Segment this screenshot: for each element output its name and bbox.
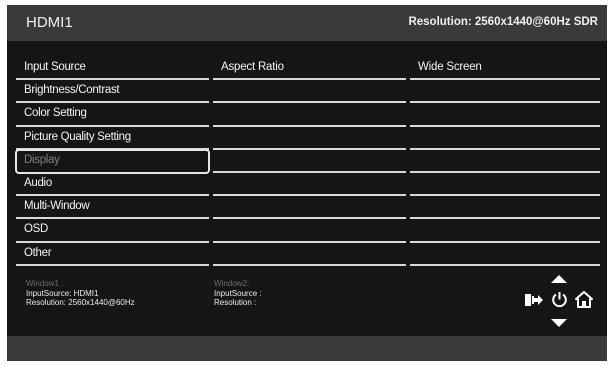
submenu-item-empty [213, 150, 406, 174]
submenu-item-label: Aspect Ratio [221, 61, 284, 73]
window2-input-source: InputSource : [214, 288, 262, 298]
input-title: HDMI1 [26, 14, 73, 31]
menu-item-label: OSD [24, 223, 49, 236]
header-bar: HDMI1 Resolution: 2560x1440@60Hz SDR [7, 5, 607, 41]
window2-title: Window2: [214, 279, 250, 288]
footer-bar [7, 336, 607, 361]
menu-item-label: Input Source [24, 61, 86, 73]
menu-item-label: Multi-Window [24, 200, 90, 213]
submenu-item-empty [213, 243, 406, 266]
option-item-empty [410, 173, 600, 197]
menu-item-label: Picture Quality Setting [24, 130, 131, 143]
navigation-keys [525, 275, 595, 335]
submenu-item-aspect-ratio[interactable]: Aspect Ratio [213, 57, 406, 81]
exit-icon[interactable] [525, 292, 543, 308]
triangle-up-icon[interactable] [551, 275, 567, 283]
option-item-empty [410, 80, 600, 104]
menu-item-label: Audio [24, 176, 52, 189]
menu-item-picture-quality-setting[interactable]: Picture Quality Setting [16, 127, 209, 150]
resolution-status: Resolution: 2560x1440@60Hz SDR [408, 16, 598, 28]
submenu-item-empty [213, 127, 406, 150]
menu-item-brightness-contrast[interactable]: Brightness/Contrast [16, 80, 209, 104]
menu-item-other[interactable]: Other [16, 243, 209, 266]
submenu-item-empty [213, 219, 406, 243]
submenu-column-3: Wide Screen [410, 57, 600, 266]
menu-item-label: Display [24, 153, 60, 166]
submenu-item-empty [213, 103, 406, 127]
menu-item-input-source[interactable]: Input Source [16, 57, 209, 81]
triangle-down-icon[interactable] [551, 319, 567, 327]
menu-item-color-setting[interactable]: Color Setting [16, 103, 209, 127]
menu-item-label: Color Setting [24, 107, 87, 120]
submenu-column-2: Aspect Ratio [213, 57, 406, 266]
window1-input-source: InputSource: HDMI1 [26, 288, 99, 298]
window1-title: Window1 : [26, 279, 64, 288]
window2-resolution: Resolution : [214, 298, 257, 307]
option-item-empty [410, 196, 600, 220]
osd-window: HDMI1 Resolution: 2560x1440@60Hz SDR Inp… [7, 5, 607, 361]
option-item-wide-screen[interactable]: Wide Screen [410, 57, 600, 81]
option-item-empty [410, 150, 600, 174]
option-item-empty [410, 219, 600, 243]
menu-item-display[interactable]: Display [15, 148, 210, 174]
menu-item-osd[interactable]: OSD [16, 219, 209, 243]
menu-item-label: Other [24, 246, 52, 259]
power-icon[interactable] [551, 291, 568, 308]
option-item-empty [410, 127, 600, 150]
window1-info: Window1 : InputSource: HDMI1 Resolution:… [26, 279, 135, 308]
submenu-item-empty [213, 196, 406, 220]
main-menu: Input Source Brightness/Contrast Color S… [15, 57, 210, 266]
option-item-label: Wide Screen [418, 61, 482, 73]
window2-info: Window2: InputSource : Resolution : [214, 279, 262, 308]
submenu-item-empty [213, 173, 406, 197]
menu-item-label: Brightness/Contrast [24, 84, 120, 97]
menu-item-multi-window[interactable]: Multi-Window [16, 196, 209, 220]
submenu-item-empty [213, 80, 406, 104]
window1-resolution: Resolution: 2560x1440@60Hz [26, 298, 135, 307]
menu-item-audio[interactable]: Audio [16, 173, 209, 197]
home-icon[interactable] [575, 291, 593, 308]
option-item-empty [410, 103, 600, 127]
option-item-empty [410, 243, 600, 266]
